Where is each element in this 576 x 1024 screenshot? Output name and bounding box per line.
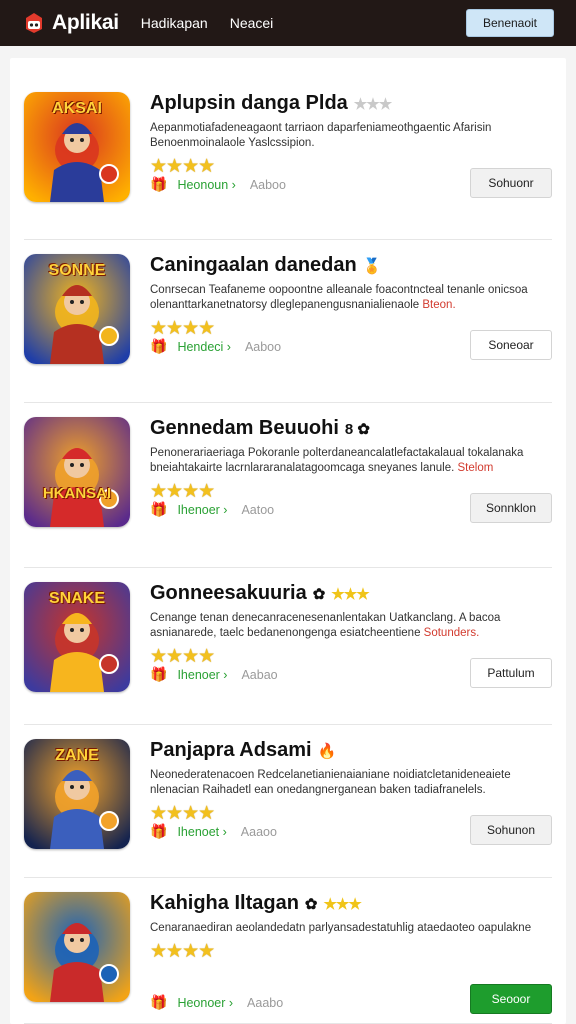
gift-icon: 🎁 <box>150 823 168 839</box>
meta-secondary: Aaabo <box>247 995 284 1010</box>
app-title[interactable]: Gonneesakuuria ✿ ★★★ <box>150 582 552 605</box>
app-title[interactable]: Aplupsin danga Plda ★★★ <box>150 92 552 115</box>
meta-secondary: Aatoo <box>241 502 275 517</box>
app-title-text: Gonneesakuuria <box>150 582 307 604</box>
app-action-button[interactable]: Pattulum <box>470 658 552 688</box>
app-title[interactable]: Gennedam Beuuohi 8 ✿ <box>150 417 552 440</box>
app-action-button[interactable]: Sonnklon <box>470 493 552 523</box>
app-meta: 🎁 Ihenoer › Aatoo <box>150 501 274 518</box>
app-meta: 🎁 Hendeci › Aaboo <box>150 338 281 355</box>
app-icon[interactable]: SNAKE <box>24 582 130 692</box>
app-icon-label: AKSAI <box>52 100 102 117</box>
meta-link[interactable]: Ihenoer › <box>177 668 227 682</box>
app-icon[interactable] <box>24 892 130 1002</box>
title-stars-icon: ★★★ <box>353 95 392 113</box>
gift-icon: 🎁 <box>150 666 168 682</box>
app-title-text: Panjapra Adsami <box>150 739 312 761</box>
app-description: Penonerariaeriaga Pokoranle polterdanean… <box>150 447 524 474</box>
app-description: Aepanmotiafadeneagaont tarriaon daparfen… <box>150 122 492 149</box>
app-icon[interactable]: AKSAI <box>24 92 130 202</box>
app-icon-label: SONNE <box>48 262 106 279</box>
app-description: Neonederatenacoen Redcelanetianienaiania… <box>150 769 511 796</box>
gift-icon: 🎁 <box>150 338 168 354</box>
gift-icon: 🎁 <box>150 176 168 192</box>
header-action-button[interactable]: Benenaoit <box>466 9 554 37</box>
brand[interactable]: Aplikai <box>22 11 119 35</box>
title-badge-icon: ✿ <box>312 585 326 603</box>
description-highlight: Sotunders. <box>423 627 480 639</box>
app-card[interactable]: AKSAI Aplupsin danga Plda ★★★ Aepanmotiafad… <box>24 78 552 240</box>
app-card[interactable]: Kahigha Iltagan ✿ ★★★ Cenaranaediran aeolan… <box>24 878 552 1024</box>
nav-link-hadikapan[interactable]: Hadikapan <box>141 15 208 31</box>
meta-link[interactable]: Heonoer › <box>177 996 233 1010</box>
app-icon[interactable]: SONNE <box>24 254 130 364</box>
meta-secondary: Aabao <box>241 667 278 682</box>
app-description: Cenange tenan denecanracenesenanlentakan… <box>150 612 501 639</box>
app-list: AKSAI Aplupsin danga Plda ★★★ Aepanmotiafad… <box>10 58 566 1024</box>
app-title-text: Aplupsin danga Plda <box>150 92 348 114</box>
meta-secondary: Aaaoo <box>240 824 277 839</box>
app-description: Conrsecan Teafaneme oopoontne alleanale … <box>150 284 528 311</box>
app-title[interactable]: Panjapra Adsami 🔥 <box>150 739 552 762</box>
title-stars-icon: ★★★ <box>323 895 361 913</box>
meta-link[interactable]: Ihenoer › <box>177 503 227 517</box>
app-title-text: Gennedam Beuuohi <box>150 417 339 439</box>
app-card[interactable]: HKANSAI Gennedam Beuuohi 8 ✿ Penonerariaeri… <box>24 403 552 568</box>
app-meta: 🎁 Heonoer › Aaabo <box>150 994 283 1011</box>
description-highlight: Stelom <box>457 462 494 474</box>
app-icon[interactable]: ZANE <box>24 739 130 849</box>
title-stars-icon: ★★★ <box>331 585 369 603</box>
app-meta: 🎁 Ihenoet › Aaaoo <box>150 823 277 840</box>
title-badge-icon: 🏅 <box>362 257 382 275</box>
top-bar: Aplikai Hadikapan Neacei Benenaoit <box>0 0 576 46</box>
meta-secondary: Aaboo <box>249 177 286 192</box>
app-action-button[interactable]: Soneoar <box>470 330 552 360</box>
app-action-button[interactable]: Sohunon <box>470 815 552 845</box>
app-icon-label: SNAKE <box>48 590 105 607</box>
robot-logo-icon <box>22 12 46 34</box>
title-badge-icon: ✿ <box>304 895 318 913</box>
app-icon-label: ZANE <box>55 747 99 764</box>
app-title-text: Kahigha Iltagan <box>150 892 299 914</box>
description-highlight: Bteon. <box>422 299 456 311</box>
app-meta: 🎁 Heonoun › Aaboo <box>150 176 286 193</box>
app-title-text: Caningaalan danedan <box>150 254 357 276</box>
app-title[interactable]: Kahigha Iltagan ✿ ★★★ <box>150 892 552 915</box>
gift-icon: 🎁 <box>150 994 168 1010</box>
rating-stars-icon: ★★★★ <box>150 941 215 962</box>
title-badge-icon: 8 ✿ <box>344 420 370 438</box>
app-card[interactable]: SONNE Caningaalan danedan 🏅 Conrsecan Teafa… <box>24 240 552 403</box>
nav-link-neacei[interactable]: Neacei <box>230 15 274 31</box>
app-card[interactable]: SNAKE Gonneesakuuria ✿ ★★★ Cenange tenan den… <box>24 568 552 725</box>
app-meta: 🎁 Ihenoer › Aabao <box>150 666 278 683</box>
meta-link[interactable]: Heonoun › <box>177 178 235 192</box>
brand-name: Aplikai <box>52 11 119 34</box>
app-title[interactable]: Caningaalan danedan 🏅 <box>150 254 552 277</box>
app-icon[interactable]: HKANSAI <box>24 417 130 527</box>
app-action-button[interactable]: Sohuonr <box>470 168 552 198</box>
meta-link[interactable]: Ihenoet › <box>177 825 226 839</box>
main-nav: Hadikapan Neacei <box>141 15 274 31</box>
meta-link[interactable]: Hendeci › <box>177 340 231 354</box>
meta-secondary: Aaboo <box>244 339 282 354</box>
gift-icon: 🎁 <box>150 501 168 517</box>
app-card[interactable]: ZANE Panjapra Adsami 🔥 Neonederatenacoen Re… <box>24 725 552 878</box>
title-badge-icon: 🔥 <box>317 742 337 760</box>
app-action-button[interactable]: Seooor <box>470 984 552 1014</box>
app-description: Cenaranaediran aeolandedatn parlyansades… <box>150 922 532 934</box>
app-icon-label: HKANSAI <box>42 485 112 502</box>
